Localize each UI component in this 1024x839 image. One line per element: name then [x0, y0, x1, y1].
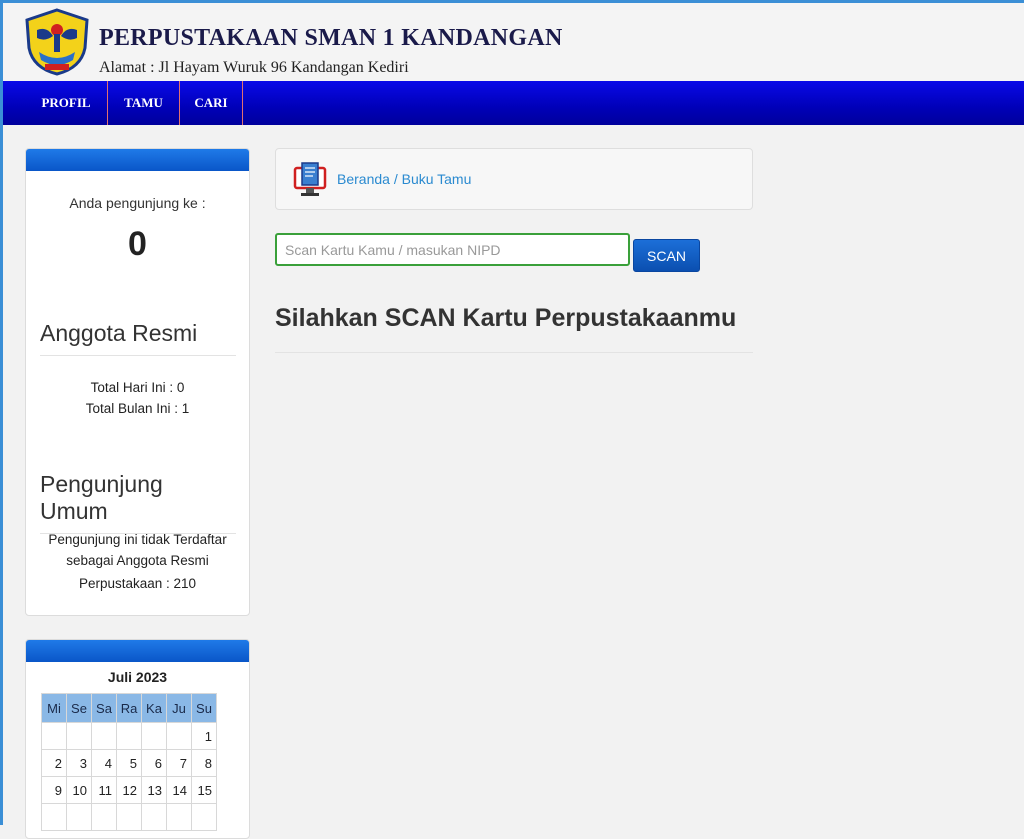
weekday-header: Sa: [91, 693, 117, 723]
calendar-day-cell: 6: [141, 749, 167, 777]
calendar-day-cell: [41, 722, 67, 750]
weekday-header: Su: [191, 693, 217, 723]
site-address: Alamat : Jl Hayam Wuruk 96 Kandangan Ked…: [99, 59, 409, 76]
calendar-day-cell: [166, 803, 192, 831]
calendar-day-cell: [141, 722, 167, 750]
nipd-scan-input[interactable]: [275, 233, 630, 266]
site-header: PERPUSTAKAAN SMAN 1 KANDANGAN Alamat : J…: [3, 3, 1024, 81]
calendar-day-cell: 4: [91, 749, 117, 777]
visitor-label: Anda pengunjung ke :: [69, 195, 206, 211]
visitor-count: 0: [128, 225, 147, 263]
official-month-count: Total Bulan Ini : 1: [85, 401, 190, 416]
calendar-week-row: 1: [41, 722, 217, 750]
calendar-day-cell: 9: [41, 776, 67, 804]
general-visitors-title: Pengunjung Umum: [40, 471, 236, 534]
scan-button[interactable]: SCAN: [633, 239, 700, 272]
weekday-header: Ju: [166, 693, 192, 723]
panel-header-bar: [26, 149, 249, 171]
general-visitors-line-3: Perpustakaan : 210: [78, 576, 197, 591]
calendar-week-row: [41, 803, 217, 831]
calendar-day-cell: [66, 722, 92, 750]
calendar-day-cell: [91, 722, 117, 750]
breadcrumb: Beranda / Buku Tamu: [275, 148, 753, 210]
breadcrumb-link[interactable]: Beranda / Buku Tamu: [337, 171, 471, 187]
calendar-day-cell: [66, 803, 92, 831]
visitor-panel: Anda pengunjung ke : 0 Anggota Resmi Tot…: [25, 148, 250, 616]
calendar-day-cell: [116, 722, 142, 750]
calendar-day-cell: 1: [191, 722, 217, 750]
calendar-table: Mi Se Sa Ra Ka Ju Su 1 2 3 4 5 6 7 8 9 1…: [41, 693, 217, 831]
weekday-header: Se: [66, 693, 92, 723]
calendar-day-cell: 5: [116, 749, 142, 777]
nav-item-cari[interactable]: CARI: [180, 81, 243, 125]
official-members-title: Anggota Resmi: [40, 320, 236, 356]
nav-item-profil[interactable]: PROFIL: [25, 81, 108, 125]
weekday-header: Ra: [116, 693, 142, 723]
calendar-day-cell: [191, 803, 217, 831]
calendar-day-cell: 2: [41, 749, 67, 777]
calendar-day-cell: [166, 722, 192, 750]
calendar-day-cell: [116, 803, 142, 831]
calendar-day-cell: 7: [166, 749, 192, 777]
main-navbar: PROFIL TAMU CARI: [3, 81, 1024, 125]
general-visitors-line-1: Pengunjung ini tidak Terdaftar: [48, 532, 227, 547]
calendar-day-cell: [141, 803, 167, 831]
calendar-day-cell: 10: [66, 776, 92, 804]
calendar-day-cell: 13: [141, 776, 167, 804]
calendar-month-title: Juli 2023: [107, 669, 168, 685]
calendar-day-cell: 11: [91, 776, 117, 804]
calendar-day-cell: [91, 803, 117, 831]
panel-header-bar: [26, 640, 249, 662]
calendar-day-cell: 8: [191, 749, 217, 777]
general-visitors-line-2: sebagai Anggota Resmi: [66, 553, 209, 568]
calendar-panel: Juli 2023 Mi Se Sa Ra Ka Ju Su 1 2 3 4 5…: [25, 639, 250, 839]
calendar-day-cell: [41, 803, 67, 831]
school-emblem-logo: [25, 8, 89, 76]
calendar-week-row: 2 3 4 5 6 7 8: [41, 749, 217, 777]
calendar-day-cell: 15: [191, 776, 217, 804]
weekday-header: Ka: [141, 693, 167, 723]
calendar-day-cell: 3: [66, 749, 92, 777]
calendar-week-row: 9 10 11 12 13 14 15: [41, 776, 217, 804]
page-title: Silahkan SCAN Kartu Perpustakaanmu: [275, 304, 753, 353]
official-today-count: Total Hari Ini : 0: [90, 380, 185, 395]
calendar-day-cell: 14: [166, 776, 192, 804]
guestbook-computer-icon: [293, 162, 327, 196]
site-title: PERPUSTAKAAN SMAN 1 KANDANGAN: [99, 25, 563, 51]
calendar-weekday-row: Mi Se Sa Ra Ka Ju Su: [41, 693, 217, 723]
calendar-day-cell: 12: [116, 776, 142, 804]
nav-item-tamu[interactable]: TAMU: [108, 81, 180, 125]
weekday-header: Mi: [41, 693, 67, 723]
